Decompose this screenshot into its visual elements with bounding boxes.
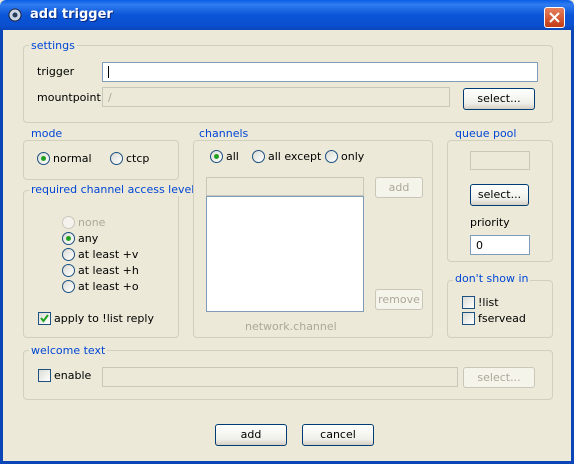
channels-except-radio[interactable] [252,150,265,163]
queue-pool-select-button[interactable]: select... [470,184,529,206]
add-button[interactable]: add [215,424,287,446]
mountpoint-select-button[interactable]: select... [463,88,535,110]
access-op-radio[interactable] [62,280,75,293]
channels-only-radio[interactable] [325,150,338,163]
apply-list-checkbox[interactable] [38,312,51,325]
priority-value: 0 [476,239,483,252]
mode-ctcp-radio[interactable] [110,152,123,165]
welcome-enable-checkbox[interactable] [38,369,51,382]
queue-pool-field [470,151,530,170]
app-icon [8,8,22,22]
mountpoint-value: / [108,91,112,104]
trigger-label: trigger [37,65,75,78]
dont-show-group [447,280,553,338]
settings-legend: settings [29,39,77,52]
welcome-legend: welcome text [29,344,108,357]
dont-show-list-checkbox[interactable] [462,296,475,309]
channel-hint: network.channel [245,320,337,333]
mountpoint-label: mountpoint [37,91,101,104]
access-any-label: any [78,232,99,245]
channels-legend: channels [197,127,251,140]
close-button[interactable] [544,7,565,28]
access-voice-label: at least +v [78,248,139,261]
mode-normal-label: normal [53,152,92,165]
apply-list-label: apply to !list reply [54,312,154,325]
checkmark-icon [40,314,49,323]
priority-label: priority [470,216,510,229]
channel-list[interactable] [206,196,364,312]
welcome-select-button: select... [463,367,535,388]
channels-only-label: only [341,150,365,163]
queue-pool-legend: queue pool [453,127,519,140]
text-caret [108,66,109,78]
access-level-legend: required channel access level [29,183,197,196]
welcome-text-field [102,367,458,387]
access-halfop-radio[interactable] [62,264,75,277]
channels-all-radio[interactable] [210,150,223,163]
window-title: add trigger [30,7,113,22]
mode-legend: mode [29,127,65,140]
access-none-label: none [78,216,106,229]
channel-add-button: add [375,177,423,198]
access-none-radio [62,216,75,229]
access-any-radio[interactable] [62,232,75,245]
channels-all-label: all [226,150,239,163]
mode-ctcp-label: ctcp [126,152,150,165]
close-icon [549,12,560,23]
dont-show-fservead-checkbox[interactable] [462,312,475,325]
channels-except-label: all except [268,150,322,163]
access-voice-radio[interactable] [62,248,75,261]
channel-remove-button: remove [375,289,423,310]
channel-input [206,177,364,196]
dont-show-fservead-label: fservead [478,312,526,325]
trigger-input[interactable] [102,62,538,82]
mode-normal-radio[interactable] [37,152,50,165]
mountpoint-field: / [102,87,450,107]
welcome-enable-label: enable [54,369,92,382]
settings-group [23,45,553,123]
cancel-button[interactable]: cancel [302,424,374,446]
dont-show-legend: don't show in [453,272,531,285]
access-op-label: at least +o [78,280,139,293]
dont-show-list-label: !list [478,296,499,309]
access-halfop-label: at least +h [78,264,139,277]
priority-input[interactable]: 0 [470,235,530,255]
